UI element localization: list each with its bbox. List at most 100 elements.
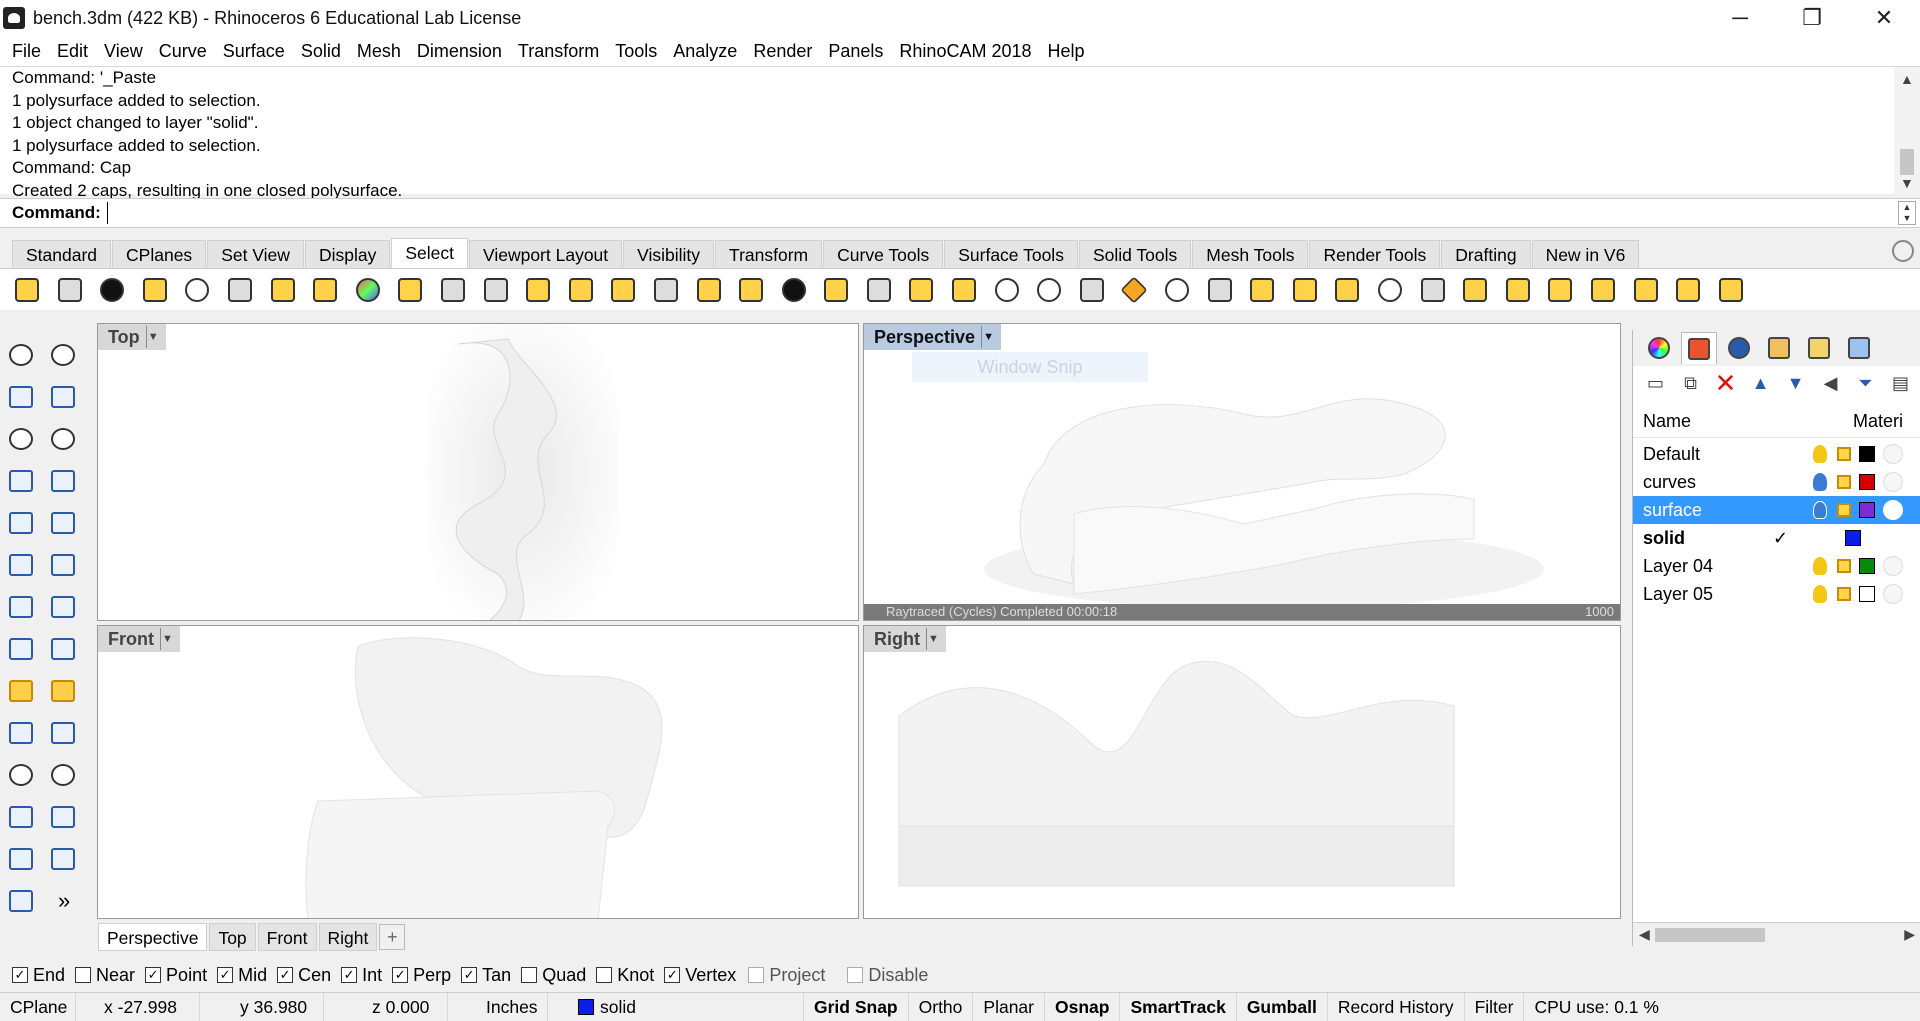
checkbox[interactable] [596, 967, 613, 983]
osnap-tan[interactable]: ✓ Tan [461, 965, 511, 986]
add-viewport-icon[interactable]: + [379, 924, 406, 950]
tab-cplanes[interactable]: CPlanes [112, 240, 207, 268]
select-zoom-icon[interactable] [1373, 273, 1407, 307]
checkbox[interactable]: ✓ [461, 967, 478, 983]
select-all-points-icon[interactable] [53, 273, 87, 307]
layers-tab-icon[interactable] [1681, 332, 1717, 364]
select-render-icon[interactable] [777, 273, 811, 307]
vptab-top[interactable]: Top [209, 923, 256, 951]
smarttrack-toggle[interactable]: SmartTrack [1120, 992, 1237, 1021]
lock-icon[interactable] [1837, 475, 1851, 489]
select-text-icon[interactable] [266, 273, 300, 307]
arc-icon[interactable] [4, 464, 38, 498]
menu-transform[interactable]: Transform [510, 41, 607, 62]
osnap-end[interactable]: ✓ End [12, 965, 65, 986]
menu-panels[interactable]: Panels [820, 41, 891, 62]
layer-row[interactable]: Layer 05 [1633, 580, 1920, 608]
select-arrow-icon[interactable] [4, 338, 38, 372]
layer-color-swatch[interactable] [1859, 474, 1875, 490]
maximize-button[interactable]: ❐ [1776, 0, 1848, 36]
select-hatches-icon[interactable] [606, 273, 640, 307]
select-lights-color-icon[interactable] [1288, 273, 1322, 307]
checkbox[interactable]: ✓ [341, 967, 358, 983]
material-icon[interactable] [1883, 584, 1903, 604]
select-chain-icon[interactable] [1075, 273, 1109, 307]
help-tab-icon[interactable] [1841, 332, 1877, 364]
lock-icon[interactable] [1837, 559, 1851, 573]
osnap-point[interactable]: ✓ Point [145, 965, 207, 986]
osnap-toggle[interactable]: Osnap [1045, 992, 1121, 1021]
minimize-button[interactable]: ─ [1704, 0, 1776, 36]
checkbox[interactable] [847, 967, 864, 983]
tab-set-view[interactable]: Set View [207, 240, 304, 268]
scroll-up-icon[interactable]: ▲ [1900, 71, 1914, 87]
select-bad-objects-icon[interactable] [734, 273, 768, 307]
checkbox[interactable]: ✓ [217, 967, 234, 983]
viewport-dropdown-icon[interactable]: ▼ [159, 628, 174, 650]
tab-curve-tools[interactable]: Curve Tools [823, 240, 944, 268]
planar-toggle[interactable]: Planar [973, 992, 1045, 1021]
layer-color-swatch[interactable] [1859, 446, 1875, 462]
filter-icon[interactable]: ⏷ [1851, 369, 1880, 397]
layer-row-selected[interactable]: surface [1633, 496, 1920, 524]
cplane-indicator[interactable]: CPlane [0, 992, 76, 1021]
header-name[interactable]: Name [1643, 411, 1853, 432]
lock-icon[interactable] [1837, 587, 1851, 601]
checkbox[interactable] [75, 967, 92, 983]
circle-icon[interactable] [4, 422, 38, 456]
lock-icon[interactable] [1837, 503, 1851, 517]
select-package-icon[interactable] [1714, 273, 1748, 307]
menu-view[interactable]: View [96, 41, 151, 62]
layer-row[interactable]: curves [1633, 468, 1920, 496]
tab-new-in-v6[interactable]: New in V6 [1531, 240, 1640, 268]
fillet-icon[interactable] [4, 800, 38, 834]
layer-color-swatch[interactable] [1859, 558, 1875, 574]
select-open-polysurfaces-icon[interactable] [521, 273, 555, 307]
menu-dimension[interactable]: Dimension [409, 41, 510, 62]
viewport-top[interactable]: Top ▼ [97, 323, 859, 621]
select-layer-icon[interactable] [1117, 273, 1151, 307]
libraries-tab-icon[interactable] [1801, 332, 1837, 364]
header-material[interactable]: Materi [1853, 411, 1903, 432]
history-scrollbar[interactable]: ▲ ▼ [1894, 67, 1920, 195]
command-spinner[interactable]: ▲ ▼ [1898, 201, 1916, 225]
render-tab-icon[interactable] [1721, 332, 1757, 364]
select-points-icon[interactable] [10, 273, 44, 307]
viewport-title-right[interactable]: Right ▼ [864, 626, 946, 652]
select-extrusions-icon[interactable] [947, 273, 981, 307]
undo-selection-icon[interactable] [180, 273, 214, 307]
viewport-dropdown-icon[interactable]: ▼ [981, 326, 995, 348]
menu-render[interactable]: Render [745, 41, 820, 62]
scroll-down-icon[interactable]: ▼ [1900, 175, 1914, 191]
extrude-curve-icon[interactable] [46, 548, 80, 582]
move-up-icon[interactable]: ▲ [1746, 369, 1775, 397]
tab-standard[interactable]: Standard [12, 240, 112, 268]
split-icon[interactable] [4, 716, 38, 750]
move-left-icon[interactable]: ◀ [1816, 369, 1845, 397]
command-input[interactable] [106, 202, 1867, 224]
material-icon[interactable] [1883, 472, 1903, 492]
viewport-perspective[interactable]: Window Snip Perspective ▼ Raytraced (Cyc… [863, 323, 1621, 621]
new-layer-icon[interactable]: ▭ [1641, 369, 1670, 397]
select-polysurfaces-icon[interactable] [138, 273, 172, 307]
close-button[interactable]: ✕ [1848, 0, 1920, 36]
menu-help[interactable]: Help [1040, 41, 1093, 62]
explode-icon[interactable] [46, 674, 80, 708]
select-cube-icon[interactable] [1501, 273, 1535, 307]
tab-render-tools[interactable]: Render Tools [1309, 240, 1441, 268]
lightbulb-icon[interactable] [1813, 557, 1827, 575]
layer-row[interactable]: Default [1633, 440, 1920, 468]
select-planar-icon[interactable] [904, 273, 938, 307]
polyline-icon[interactable] [4, 380, 38, 414]
select-filter-icon[interactable] [1416, 273, 1450, 307]
osnap-cen[interactable]: ✓ Cen [277, 965, 331, 986]
ortho-toggle[interactable]: Ortho [909, 992, 974, 1021]
chamfer-icon[interactable] [46, 800, 80, 834]
viewport-dropdown-icon[interactable]: ▼ [145, 326, 160, 348]
curve-icon[interactable] [46, 380, 80, 414]
viewport-title-perspective[interactable]: Perspective ▼ [864, 324, 1002, 350]
menu-analyze[interactable]: Analyze [665, 41, 745, 62]
select-dimensions-icon[interactable] [649, 273, 683, 307]
lightbulb-icon[interactable] [1813, 445, 1827, 463]
menu-file[interactable]: File [4, 41, 49, 62]
